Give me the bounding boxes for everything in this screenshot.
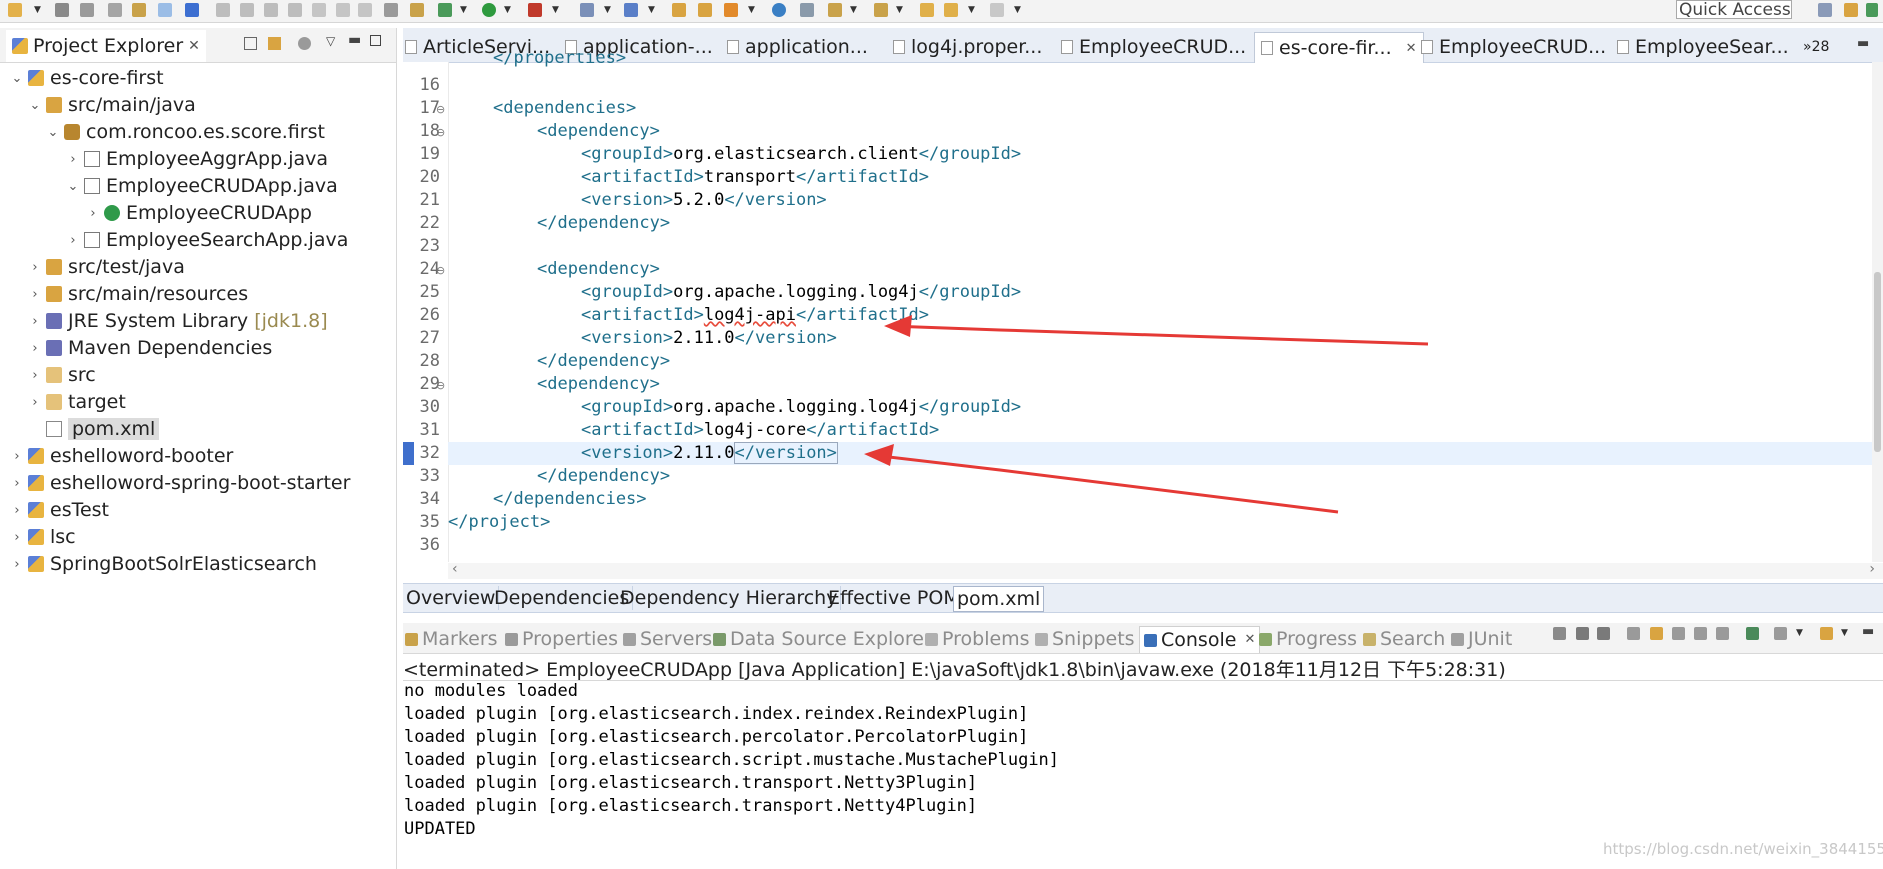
- chevron-right-icon[interactable]: ›: [1869, 561, 1875, 577]
- remove-launch-icon[interactable]: [1576, 627, 1589, 640]
- problems-icon: [925, 632, 938, 646]
- annotation-arrowhead-1: [884, 315, 912, 337]
- watermark: https://blog.csdn.net/weixin_38441551: [1603, 840, 1883, 858]
- annotation-arrowhead-2: [864, 444, 894, 466]
- open-console-icon[interactable]: [1774, 627, 1787, 640]
- new-console-icon[interactable]: [1820, 627, 1833, 640]
- tab-label: Snippets: [1052, 628, 1135, 650]
- tab-label: Problems: [942, 628, 1030, 650]
- tab-data-source-explorer[interactable]: Data Source Explorer: [713, 626, 932, 652]
- console-output-line: loaded plugin [org.elasticsearch.transpo…: [404, 796, 978, 816]
- tab-label: Progress: [1276, 628, 1358, 650]
- tab-label: Search: [1380, 628, 1446, 650]
- remove-all-terminated-icon[interactable]: [1597, 627, 1610, 640]
- display-console-icon[interactable]: [1746, 627, 1759, 640]
- console-output-line: UPDATED: [404, 819, 476, 839]
- console-status-line: <terminated> EmployeeCRUDApp [Java Appli…: [403, 659, 1506, 681]
- console-output-line: loaded plugin [org.elasticsearch.transpo…: [404, 773, 978, 793]
- terminate-icon[interactable]: [1553, 627, 1566, 640]
- tab-effective-pom[interactable]: Effective POM: [825, 586, 964, 610]
- tab-label: Markers: [422, 628, 498, 650]
- tab-progress[interactable]: Progress: [1259, 626, 1357, 652]
- annotation-arrow-1: [889, 324, 1429, 346]
- progress-icon: [1259, 632, 1272, 646]
- tab-servers[interactable]: Servers: [623, 626, 712, 652]
- tab-label: Console: [1161, 629, 1237, 651]
- tab-console[interactable]: Console ✕: [1139, 626, 1261, 653]
- chevron-left-icon[interactable]: ‹: [452, 561, 458, 577]
- tab-junit[interactable]: JUnit: [1451, 626, 1512, 652]
- vertical-scrollbar[interactable]: [1872, 62, 1883, 562]
- junit-icon: [1451, 632, 1464, 646]
- tab-label: Servers: [640, 628, 713, 650]
- tab-search[interactable]: Search: [1363, 626, 1445, 652]
- scroll-lock-icon[interactable]: [1627, 627, 1640, 640]
- tab-dependency-hierarchy[interactable]: Dependency Hierarchy: [617, 586, 842, 610]
- chevron-down-icon[interactable]: ▼: [1796, 628, 1803, 638]
- tab-snippets[interactable]: Snippets: [1035, 626, 1135, 652]
- tab-label: Data Source Explorer: [730, 628, 932, 650]
- tab-markers[interactable]: Markers: [405, 626, 498, 652]
- console-output-line: loaded plugin [org.elasticsearch.index.r…: [404, 704, 1029, 724]
- word-wrap-icon[interactable]: [1672, 627, 1685, 640]
- close-icon[interactable]: ✕: [1244, 627, 1255, 653]
- tab-label: Properties: [522, 628, 619, 650]
- tab-pom-xml[interactable]: pom.xml: [953, 586, 1045, 612]
- tab-problems[interactable]: Problems: [925, 626, 1030, 652]
- show-on-output-icon[interactable]: [1650, 627, 1663, 640]
- tab-overview[interactable]: Overview: [403, 586, 500, 610]
- minimize-icon[interactable]: ▬: [1862, 624, 1874, 639]
- tab-dependencies[interactable]: Dependencies: [491, 586, 634, 610]
- properties-icon: [505, 632, 518, 646]
- console-divider: [403, 680, 1883, 681]
- console-output-line: loaded plugin [org.elasticsearch.script.…: [404, 750, 1060, 770]
- pom-editor-tabs: Overview Dependencies Dependency Hierarc…: [403, 583, 1883, 613]
- console-output-line: no modules loaded: [404, 681, 578, 701]
- horizontal-scrollbar[interactable]: ‹ ›: [448, 561, 1883, 579]
- console-icon: [1144, 633, 1157, 647]
- search-icon: [1363, 632, 1376, 646]
- pin-console-icon[interactable]: [1716, 627, 1729, 640]
- console-output-line: loaded plugin [org.elasticsearch.percola…: [404, 727, 1029, 747]
- scrollbar-thumb[interactable]: [1874, 272, 1881, 452]
- clear-console-icon[interactable]: [1694, 627, 1707, 640]
- servers-icon: [623, 632, 636, 646]
- annotation-arrow-2: [871, 453, 1339, 514]
- tab-properties[interactable]: Properties: [505, 626, 618, 652]
- markers-icon: [405, 632, 418, 646]
- chevron-down-icon[interactable]: ▼: [1841, 628, 1848, 638]
- tab-label: JUnit: [1468, 628, 1513, 650]
- snippets-icon: [1035, 632, 1048, 646]
- database-icon: [713, 632, 726, 646]
